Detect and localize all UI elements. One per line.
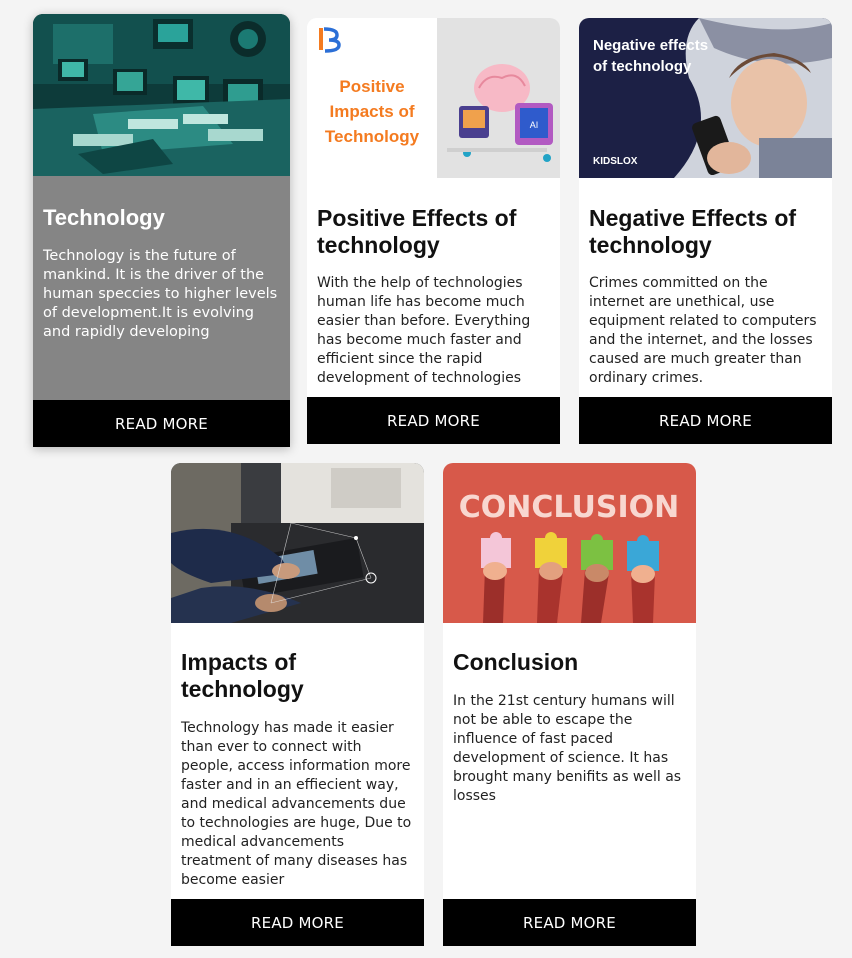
- card-positive-effects[interactable]: Positive Impacts of Technology AI Positi…: [307, 18, 560, 444]
- read-more-button[interactable]: READ MORE: [579, 397, 832, 444]
- svg-text:AI: AI: [530, 120, 539, 130]
- card-text: Technology has made it easier than ever …: [181, 720, 412, 888]
- image-headline-line: Technology: [325, 127, 420, 146]
- image-headline-line: Positive: [339, 77, 404, 96]
- card-text: In the 21st century humans will not be a…: [453, 693, 682, 804]
- read-more-button[interactable]: READ MORE: [33, 400, 290, 447]
- negative-effects-image: Negative effects of technology KIDSLOX: [579, 18, 832, 178]
- image-headline-line: of technology: [593, 58, 692, 75]
- card-text: With the help of technologies human life…: [317, 275, 531, 386]
- card-negative-effects[interactable]: Negative effects of technology KIDSLOX N…: [579, 18, 832, 444]
- card-technology[interactable]: Technology Technology is the future of m…: [33, 14, 290, 447]
- card-impacts[interactable]: Impacts of technology Technology has mad…: [171, 463, 424, 946]
- card-conclusion[interactable]: CONCLUSION Conclusion In the 21st centur…: [443, 463, 696, 946]
- card-title: Positive Effects of technology: [317, 205, 517, 258]
- printer-touchscreen-image: [171, 463, 424, 623]
- image-headline: CONCLUSION: [459, 490, 679, 525]
- card-title: Impacts of technology: [181, 649, 304, 702]
- computer-lab-image: [33, 14, 290, 176]
- image-headline-line: Impacts of: [329, 102, 414, 121]
- card-title: Technology: [43, 205, 165, 230]
- image-headline-line: Negative effects: [593, 37, 708, 54]
- read-more-button[interactable]: READ MORE: [307, 397, 560, 444]
- read-more-button[interactable]: READ MORE: [443, 899, 696, 946]
- conclusion-puzzle-image: CONCLUSION: [443, 463, 696, 623]
- positive-impacts-image: Positive Impacts of Technology AI: [307, 18, 560, 178]
- card-text: Crimes committed on the internet are une…: [589, 275, 817, 386]
- card-title: Conclusion: [453, 649, 579, 675]
- card-title: Negative Effects of technology: [589, 205, 797, 258]
- image-brand-label: KIDSLOX: [593, 156, 638, 167]
- card-text: Technology is the future of mankind. It …: [43, 248, 278, 340]
- read-more-button[interactable]: READ MORE: [171, 899, 424, 946]
